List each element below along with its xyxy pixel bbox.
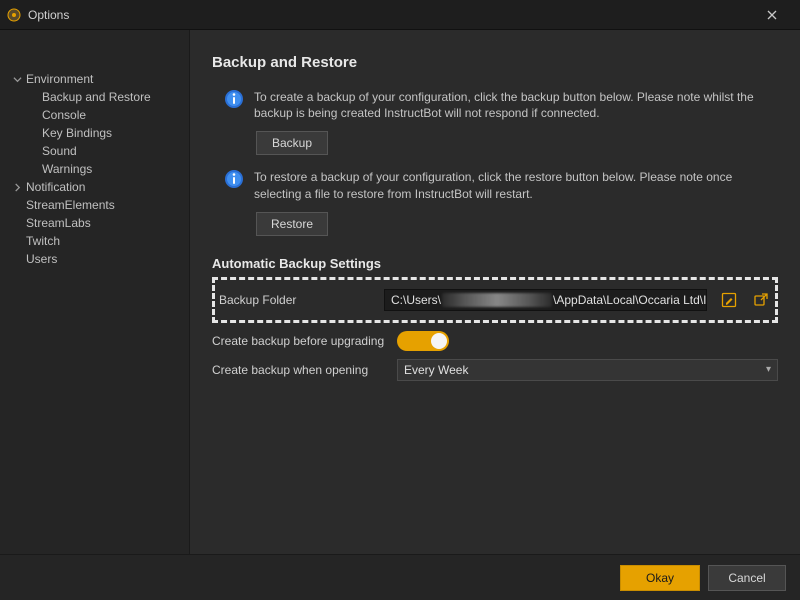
edit-folder-button[interactable] [719,290,739,310]
redacted-username [442,293,552,307]
sidebar-item-label: Key Bindings [42,126,112,140]
sidebar-item-backup-and-restore[interactable]: Backup and Restore [6,88,183,106]
sidebar-item-label: Sound [42,144,77,158]
sidebar-item-key-bindings[interactable]: Key Bindings [6,124,183,142]
auto-backup-section-title: Automatic Backup Settings [212,256,778,271]
path-suffix: \AppData\Local\Occaria Ltd\InstructBot\b… [553,293,707,307]
sidebar-item-users[interactable]: Users [6,250,183,268]
chevron-down-icon [10,72,24,86]
sidebar-item-label: Users [26,252,57,266]
info-icon [224,89,244,109]
info-icon [224,169,244,189]
chevron-right-icon [10,180,24,194]
sidebar-item-environment[interactable]: Environment [6,70,183,88]
titlebar: Options [0,0,800,30]
sidebar-item-label: Notification [26,180,85,194]
chevron-down-icon: ▾ [766,364,771,375]
sidebar-item-label: Backup and Restore [42,90,151,104]
toggle-knob [431,333,447,349]
page-title: Backup and Restore [212,54,778,71]
sidebar-item-streamelements[interactable]: StreamElements [6,196,183,214]
backup-folder-label: Backup Folder [219,293,374,307]
sidebar-item-label: StreamLabs [26,216,91,230]
cancel-button[interactable]: Cancel [708,565,786,591]
backup-folder-highlight: Backup Folder C:\Users\ \AppData\Local\O… [212,277,778,323]
sidebar-item-label: StreamElements [26,198,115,212]
close-button[interactable] [752,1,792,29]
sidebar-item-label: Twitch [26,234,60,248]
sidebar-item-label: Environment [26,72,93,86]
sidebar: Environment Backup and Restore Console K… [0,30,190,554]
sidebar-item-streamlabs[interactable]: StreamLabs [6,214,183,232]
sidebar-item-twitch[interactable]: Twitch [6,232,183,250]
restore-button[interactable]: Restore [256,212,328,236]
create-backup-when-opening-select[interactable]: Every Week ▾ [397,359,778,381]
create-backup-before-upgrading-toggle[interactable] [397,331,449,351]
sidebar-item-sound[interactable]: Sound [6,142,183,160]
sidebar-item-label: Warnings [42,162,92,176]
restore-info-text: To restore a backup of your configuratio… [254,169,778,201]
upgrade-toggle-label: Create backup before upgrading [212,334,387,348]
close-icon [767,10,777,20]
backup-button[interactable]: Backup [256,131,328,155]
select-value: Every Week [404,363,468,377]
external-link-icon [753,292,769,308]
dialog-footer: Okay Cancel [0,554,800,600]
backup-folder-path[interactable]: C:\Users\ \AppData\Local\Occaria Ltd\Ins… [384,289,707,311]
backup-info-text: To create a backup of your configuration… [254,89,778,121]
app-icon [6,7,22,23]
opening-select-label: Create backup when opening [212,363,387,377]
okay-button[interactable]: Okay [620,565,700,591]
path-prefix: C:\Users\ [391,293,441,307]
sidebar-item-warnings[interactable]: Warnings [6,160,183,178]
sidebar-item-label: Console [42,108,86,122]
open-folder-button[interactable] [751,290,771,310]
main-panel: Backup and Restore To create a backup of… [190,30,800,554]
window-title: Options [28,8,69,22]
sidebar-item-console[interactable]: Console [6,106,183,124]
edit-icon [721,292,737,308]
sidebar-item-notification[interactable]: Notification [6,178,183,196]
